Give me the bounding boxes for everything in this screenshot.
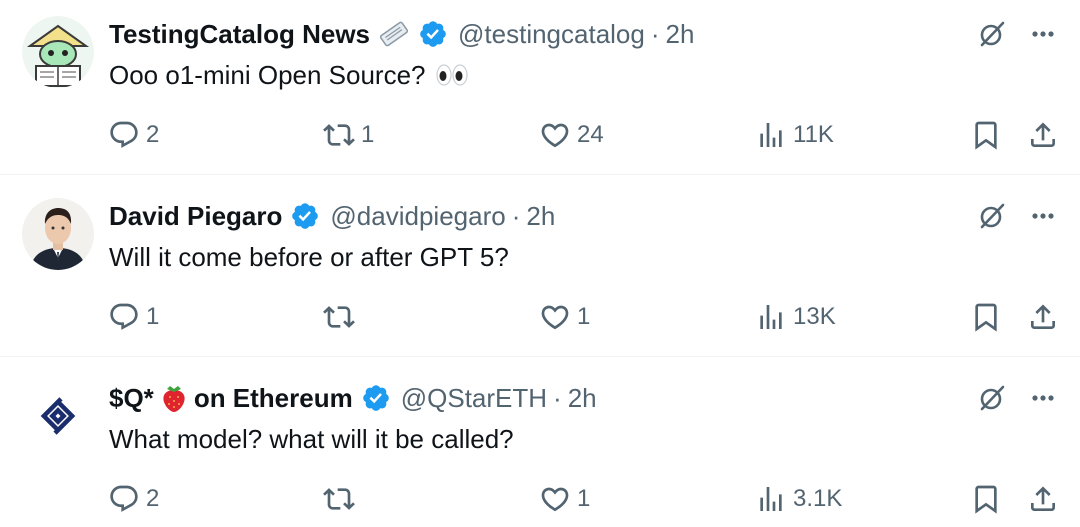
share-button[interactable] <box>1027 297 1059 337</box>
avatar[interactable] <box>22 16 94 88</box>
action-bar: 2 1 24 11K <box>0 115 1080 155</box>
divider <box>0 174 1080 175</box>
display-name-suffix[interactable]: on Ethereum <box>194 378 353 418</box>
action-bar: 1 1 13K <box>0 297 1080 337</box>
user-handle[interactable]: @QStarETH <box>401 378 547 418</box>
bookmark-icon <box>975 303 997 332</box>
reply-count: 2 <box>146 121 160 148</box>
views-button[interactable]: 13K <box>755 297 836 337</box>
eyes-icon <box>434 61 470 89</box>
views-count: 13K <box>793 303 836 330</box>
verified-badge-icon[interactable] <box>418 19 448 49</box>
reply-count: 1 <box>146 303 160 330</box>
repost-button[interactable]: 1 <box>323 115 374 155</box>
avatar-mascot-image <box>22 16 94 88</box>
repost-icon <box>323 488 355 510</box>
display-name-prefix[interactable]: $Q* <box>109 378 154 418</box>
reply-button[interactable]: 2 <box>108 479 159 519</box>
views-button[interactable]: 3.1K <box>755 479 842 519</box>
repost-button[interactable] <box>323 479 361 519</box>
share-button[interactable] <box>1027 479 1059 519</box>
tweet-text: Ooo o1-mini Open Source? <box>109 56 470 94</box>
reply-button[interactable]: 2 <box>108 115 159 155</box>
reply-count: 2 <box>146 485 160 512</box>
tweet-header: $Q* on Ethereum @QStarETH · 2h <box>109 378 597 418</box>
like-button[interactable]: 1 <box>539 479 590 519</box>
views-count: 3.1K <box>793 485 843 512</box>
tweet-header: TestingCatalog News @testingcatalog · 2h <box>109 14 694 54</box>
divider <box>0 356 1080 357</box>
share-button[interactable] <box>1027 115 1059 155</box>
views-chart-icon <box>760 487 782 511</box>
timestamp[interactable]: 2h <box>666 14 695 54</box>
repost-icon <box>323 306 355 328</box>
tweet-text-content: Ooo o1-mini Open Source? <box>109 60 426 90</box>
bookmark-icon <box>975 121 997 150</box>
share-icon <box>1031 304 1055 329</box>
reply-feed: TestingCatalog News @testingcatalog · 2h <box>0 0 1080 527</box>
tweet-text: Will it come before or after GPT 5? <box>109 238 509 276</box>
share-icon <box>1031 122 1055 147</box>
views-button[interactable]: 11K <box>755 115 834 155</box>
timestamp[interactable]: 2h <box>526 196 555 236</box>
like-button[interactable]: 1 <box>539 297 590 337</box>
views-chart-icon <box>760 123 782 147</box>
user-handle[interactable]: @davidpiegaro <box>330 196 505 236</box>
display-name[interactable]: TestingCatalog News <box>109 14 370 54</box>
newspaper-icon <box>378 18 410 50</box>
grok-icon[interactable] <box>976 18 1008 50</box>
avatar[interactable] <box>22 198 94 270</box>
avatar-portrait-image <box>22 198 94 270</box>
reply-icon <box>110 303 138 330</box>
repost-count: 1 <box>361 121 375 148</box>
like-button[interactable]: 24 <box>539 115 604 155</box>
tweet-text-content: Will it come before or after GPT 5? <box>109 242 509 272</box>
reply-icon <box>110 121 138 148</box>
share-icon <box>1031 486 1055 511</box>
separator-dot: · <box>650 19 660 49</box>
separator-dot: · <box>511 201 521 231</box>
views-count: 11K <box>793 121 834 148</box>
grok-icon[interactable] <box>976 382 1008 414</box>
bookmark-icon <box>975 485 997 514</box>
tweet[interactable]: $Q* on Ethereum @QStarETH · 2h What mode… <box>0 364 1080 527</box>
like-count: 1 <box>577 485 591 512</box>
action-bar: 2 1 3.1K <box>0 479 1080 519</box>
tweet-header: David Piegaro @davidpiegaro · 2h <box>109 196 555 236</box>
more-options-icon[interactable] <box>1027 18 1059 50</box>
heart-icon <box>541 123 569 148</box>
tweet[interactable]: David Piegaro @davidpiegaro · 2h Will it… <box>0 182 1080 364</box>
more-options-icon[interactable] <box>1027 382 1059 414</box>
tweet-text-content: What model? what will it be called? <box>109 424 514 454</box>
user-handle[interactable]: @testingcatalog <box>458 14 645 54</box>
heart-icon <box>541 487 569 512</box>
bookmark-button[interactable] <box>970 115 1002 155</box>
timestamp[interactable]: 2h <box>568 378 597 418</box>
heart-icon <box>541 305 569 330</box>
display-name[interactable]: David Piegaro <box>109 196 282 236</box>
tweet-text: What model? what will it be called? <box>109 420 514 458</box>
grok-icon[interactable] <box>976 200 1008 232</box>
avatar-logo-image <box>22 380 94 452</box>
repost-button[interactable] <box>323 297 361 337</box>
like-count: 24 <box>577 121 604 148</box>
more-options-icon[interactable] <box>1027 200 1059 232</box>
bookmark-button[interactable] <box>970 479 1002 519</box>
strawberry-icon <box>158 382 190 414</box>
verified-badge-icon[interactable] <box>361 383 391 413</box>
views-chart-icon <box>760 305 782 329</box>
repost-icon <box>323 124 355 146</box>
like-count: 1 <box>577 303 591 330</box>
separator-dot: · <box>553 383 562 413</box>
bookmark-button[interactable] <box>970 297 1002 337</box>
verified-badge-icon[interactable] <box>290 201 320 231</box>
tweet[interactable]: TestingCatalog News @testingcatalog · 2h <box>0 0 1080 182</box>
avatar[interactable] <box>22 380 94 452</box>
reply-icon <box>110 485 138 512</box>
reply-button[interactable]: 1 <box>108 297 159 337</box>
